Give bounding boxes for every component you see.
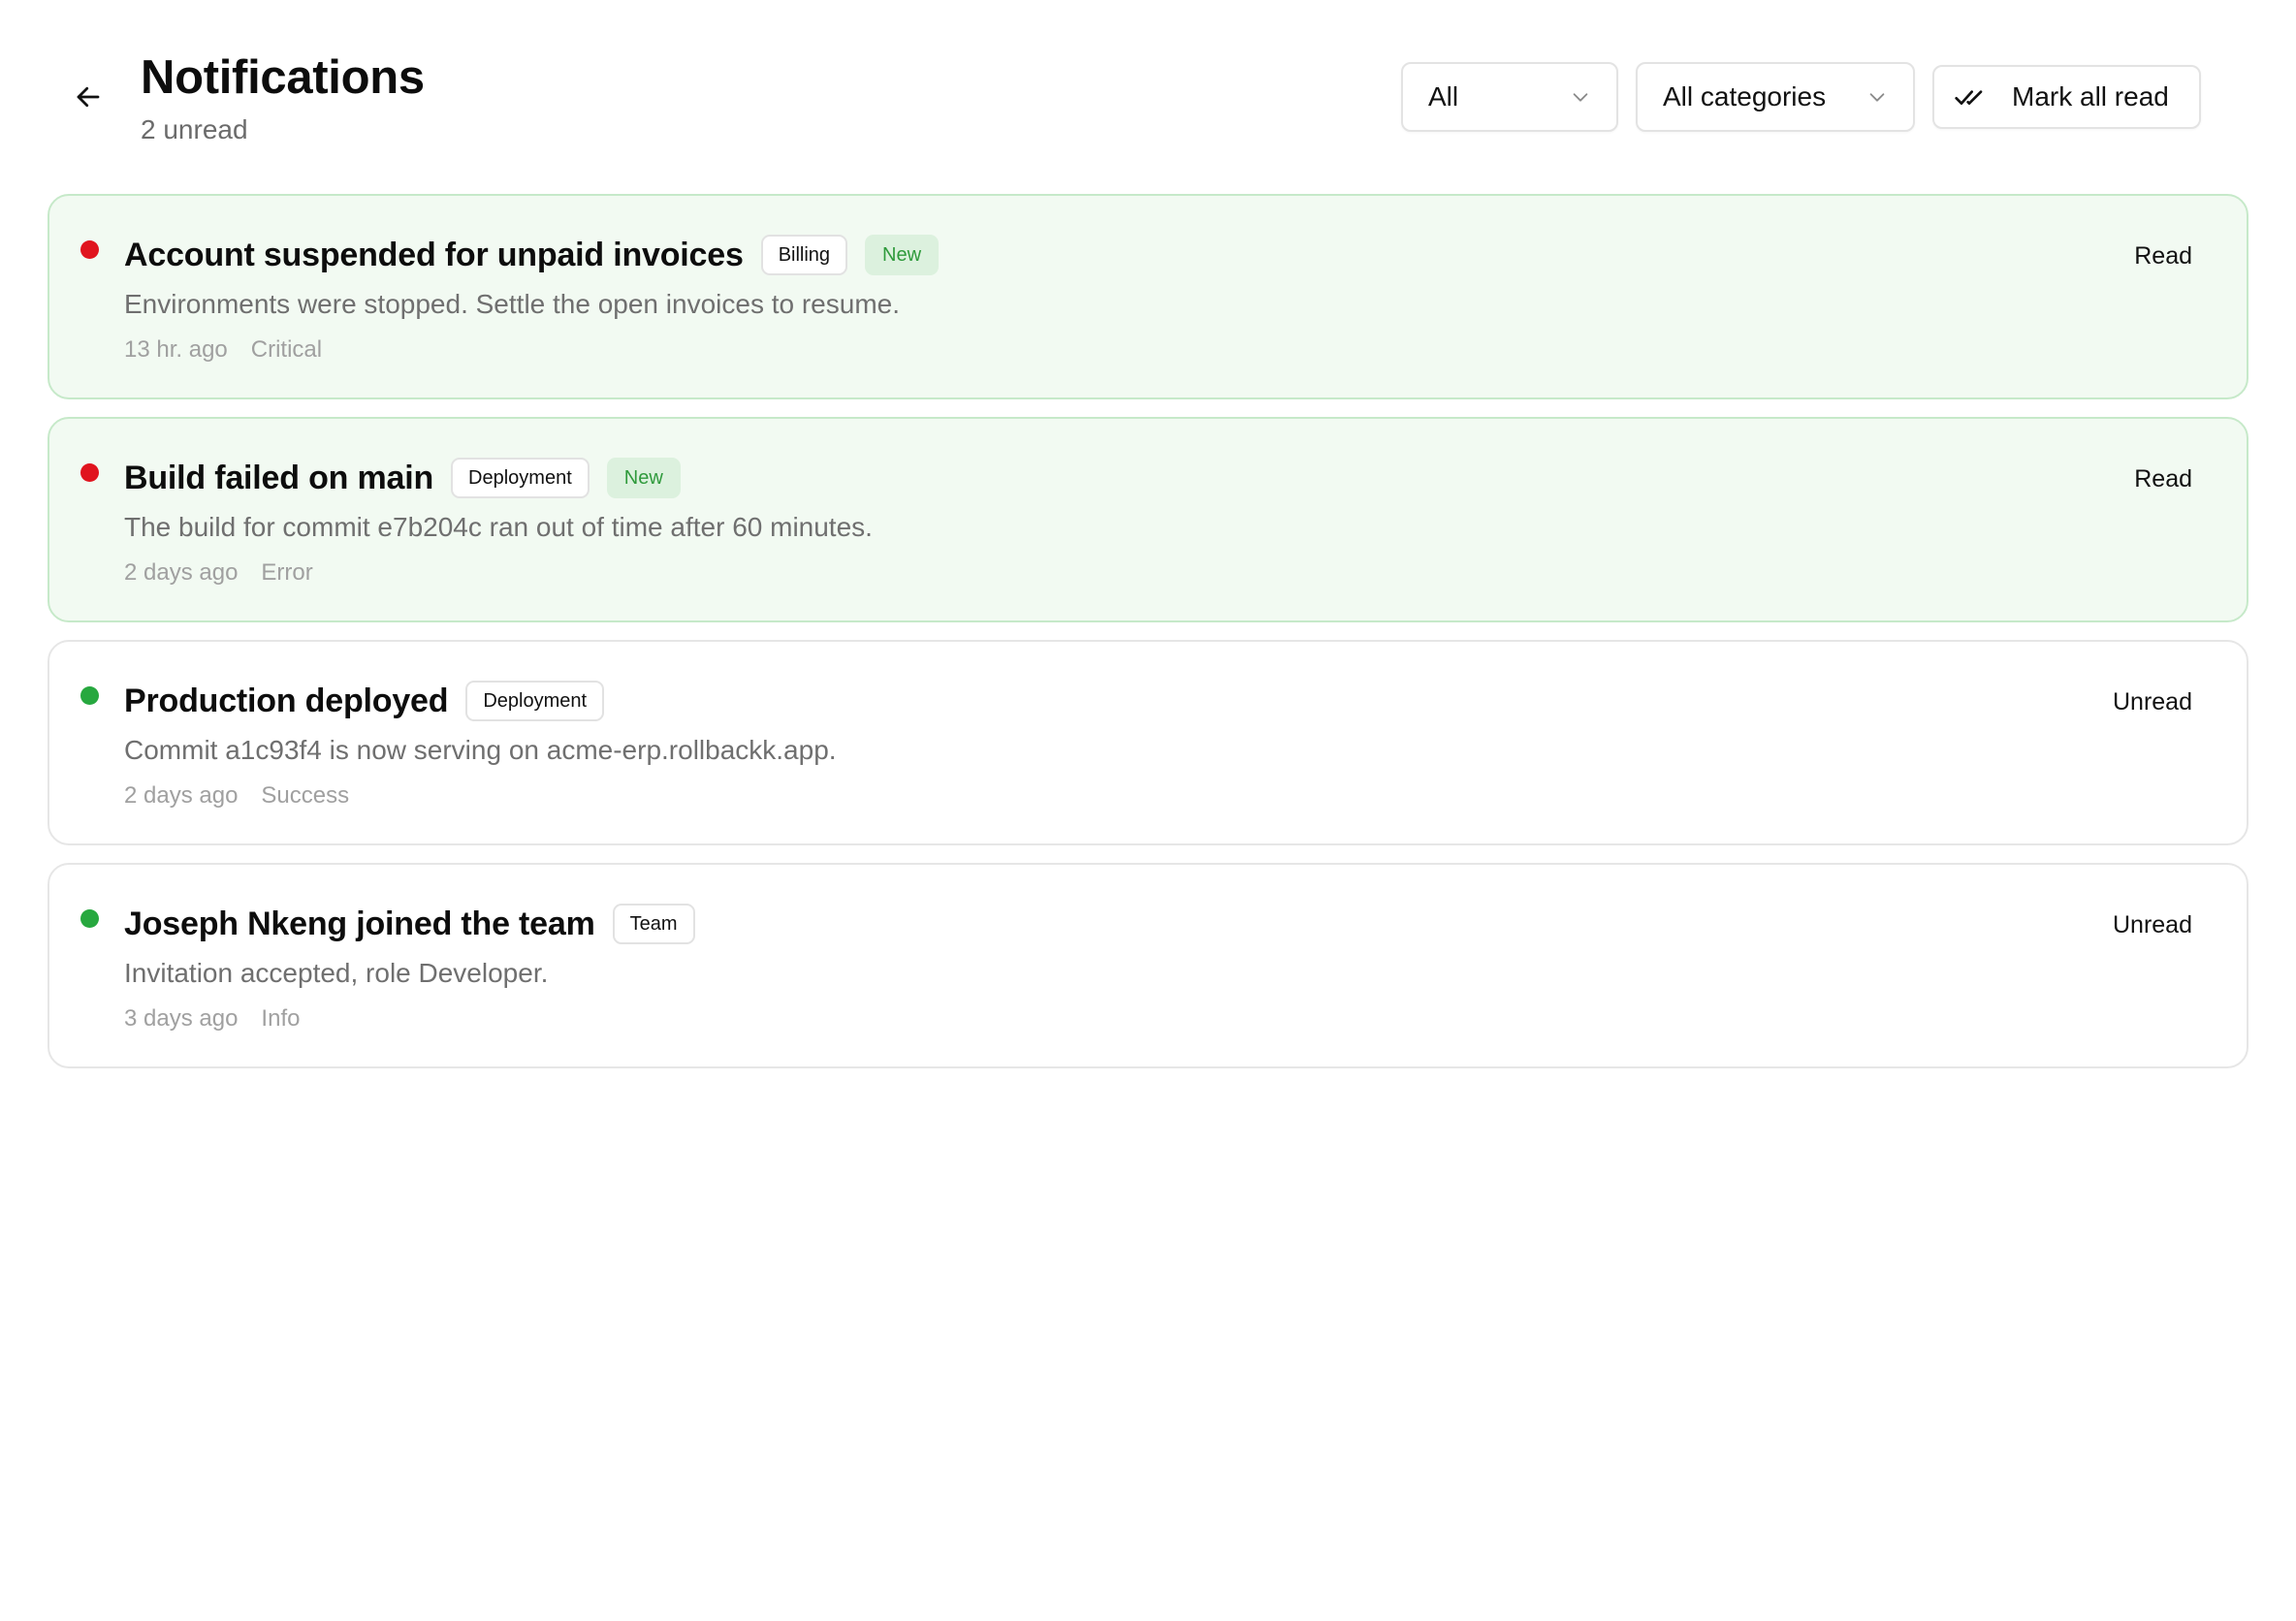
toggle-read-button[interactable]: Read	[2134, 465, 2192, 493]
back-button[interactable]	[67, 72, 110, 122]
notification-title-row: Production deployed Deployment	[124, 677, 2247, 725]
notification-time: 2 days ago	[124, 782, 239, 809]
notification-severity: Critical	[250, 336, 323, 363]
toggle-read-button[interactable]: Read	[2134, 242, 2192, 270]
mark-all-read-button[interactable]: Mark all read	[1932, 65, 2201, 129]
notification-card[interactable]: Production deployed Deployment Commit a1…	[48, 640, 2248, 845]
status-dot	[80, 686, 99, 705]
page-title: Notifications	[141, 51, 425, 104]
new-badge: New	[606, 458, 681, 498]
status-dot	[80, 463, 99, 482]
notification-title-row: Build failed on main Deployment New	[124, 454, 2247, 502]
category-tag: Billing	[760, 235, 848, 275]
toggle-read-button[interactable]: Unread	[2113, 911, 2192, 939]
notification-card[interactable]: Joseph Nkeng joined the team Team Invita…	[48, 863, 2248, 1068]
notification-meta: 2 days ago Success	[124, 781, 2247, 810]
notification-body: Environments were stopped. Settle the op…	[124, 289, 900, 319]
category-filter-value: All categories	[1663, 81, 1827, 111]
notification-time: 2 days ago	[124, 559, 239, 586]
notification-title: Account suspended for unpaid invoices	[124, 236, 744, 273]
unread-count: 2 unread	[141, 114, 248, 144]
notification-title-row: Account suspended for unpaid invoices Bi…	[124, 231, 2247, 279]
notification-meta: 3 days ago Info	[124, 1004, 2247, 1033]
chevron-down-icon	[1573, 93, 1588, 102]
notification-body: Commit a1c93f4 is now serving on acme-er…	[124, 735, 837, 765]
notification-card[interactable]: Account suspended for unpaid invoices Bi…	[48, 194, 2248, 399]
notification-meta: 13 hr. ago Critical	[124, 335, 2247, 365]
status-filter-select[interactable]: All	[1401, 62, 1618, 132]
toggle-read-button[interactable]: Unread	[2113, 688, 2192, 716]
notification-severity: Info	[261, 1005, 301, 1032]
status-dot	[80, 240, 99, 259]
category-tag: Deployment	[451, 458, 590, 498]
notification-title: Build failed on main	[124, 459, 434, 496]
notification-title-row: Joseph Nkeng joined the team Team	[124, 900, 2247, 948]
notification-meta: 2 days ago Error	[124, 558, 2247, 588]
notification-title: Production deployed	[124, 682, 449, 719]
notification-card[interactable]: Build failed on main Deployment New The …	[48, 417, 2248, 622]
category-tag: Team	[612, 904, 695, 944]
title-block: Notifications 2 unread	[141, 47, 425, 149]
double-check-icon	[1955, 90, 1983, 105]
notification-body: Invitation accepted, role Developer.	[124, 958, 549, 988]
notification-severity: Success	[261, 782, 350, 809]
status-dot	[80, 909, 99, 928]
chevron-down-icon	[1869, 93, 1885, 102]
notifications-page: Notifications 2 unread All All categorie…	[0, 0, 2296, 1621]
status-filter-value: All	[1428, 81, 1459, 111]
category-tag: Deployment	[465, 681, 605, 721]
category-filter-select[interactable]: All categories	[1636, 62, 1915, 132]
notification-severity: Error	[261, 559, 313, 586]
mark-all-read-label: Mark all read	[2012, 81, 2169, 111]
page-header: Notifications 2 unread All All categorie…	[48, 0, 2248, 194]
new-badge: New	[865, 235, 940, 275]
notification-time: 13 hr. ago	[124, 336, 228, 363]
arrow-left-icon	[77, 86, 100, 108]
header-controls: All All categories Mark all read	[1401, 62, 2201, 132]
notification-time: 3 days ago	[124, 1005, 239, 1032]
notification-body: The build for commit e7b204c ran out of …	[124, 512, 873, 542]
notification-title: Joseph Nkeng joined the team	[124, 905, 595, 942]
notification-list: Account suspended for unpaid invoices Bi…	[48, 194, 2248, 1068]
